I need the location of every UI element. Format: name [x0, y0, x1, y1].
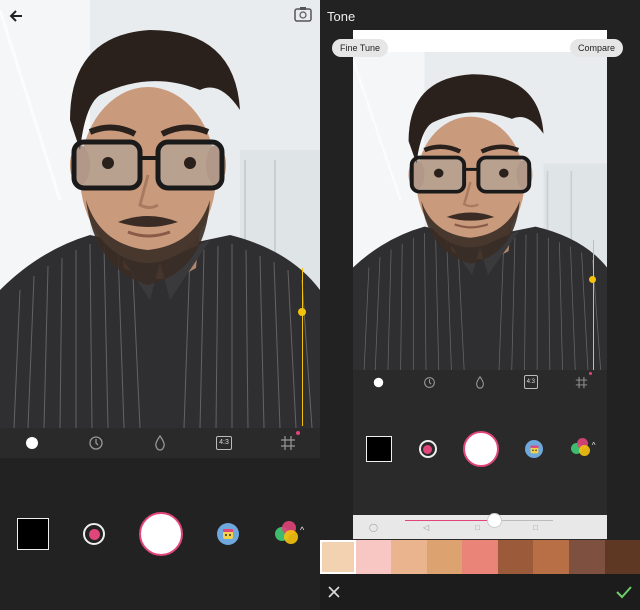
grid-icon[interactable] [276, 431, 300, 455]
tone-preview [353, 30, 607, 370]
filters-button: ^ [570, 438, 596, 460]
tone-swatch[interactable] [391, 540, 427, 574]
aspect-ratio-label: 4:3 [523, 375, 538, 389]
drop-icon[interactable] [148, 431, 172, 455]
timer-icon [417, 370, 441, 394]
slider-fill [405, 520, 494, 521]
aspect-ratio-label: 4:3 [216, 436, 232, 450]
preview-exposure-track [593, 240, 594, 370]
filters-button[interactable]: ^ [273, 521, 305, 547]
tone-swatch[interactable] [497, 540, 534, 574]
preview-exposure-handle [589, 276, 596, 283]
sticker-button[interactable] [217, 523, 239, 545]
capture-controls: ^ [0, 458, 320, 610]
grid-icon [570, 370, 594, 394]
compare-button[interactable]: Compare [570, 39, 624, 57]
gallery-thumbnail[interactable] [17, 518, 49, 550]
exposure-handle[interactable] [298, 308, 306, 316]
exposure-track[interactable] [302, 268, 303, 426]
skin-tone-swatches [320, 540, 640, 574]
tone-swatch[interactable] [568, 540, 605, 574]
page-title: Tone [327, 9, 356, 24]
aspect-ratio-icon[interactable]: 4:3 [212, 431, 236, 455]
aspect-ratio-icon: 4:3 [519, 370, 543, 394]
close-icon[interactable] [326, 584, 344, 602]
tone-swatch[interactable] [426, 540, 463, 574]
preview-photo [353, 52, 607, 370]
slider-knob[interactable] [486, 513, 502, 528]
tone-swatch[interactable] [320, 540, 356, 574]
dot-mode-icon[interactable] [20, 431, 44, 455]
bottom-action-bar [320, 574, 640, 610]
nav-back-icon: ◁ [423, 523, 430, 532]
beauty-mode-button [418, 440, 437, 458]
tone-screen: Tone Fine Tune Compare 4:3 ^ ◯ ◁ □ □ [320, 0, 640, 610]
chevron-up-icon: ^ [591, 441, 596, 450]
flip-camera-icon[interactable] [294, 6, 312, 22]
gallery-thumbnail [366, 436, 393, 462]
confirm-check-icon[interactable] [615, 584, 633, 602]
tone-swatch[interactable] [462, 540, 498, 574]
preview-mode-toolbar: 4:3 [353, 370, 607, 394]
nav-home-icon: □ [475, 523, 480, 532]
filter-dot-yellow [578, 445, 590, 456]
preview-capture-controls: ^ [353, 394, 607, 504]
sticker-button [525, 440, 544, 458]
tone-slider[interactable]: ◯ ◁ □ □ [353, 513, 607, 539]
camera-viewfinder[interactable] [0, 0, 320, 428]
tone-swatch[interactable] [604, 540, 640, 574]
camera-screen: 4:3 ^ [0, 0, 320, 610]
fine-tune-button[interactable]: Fine Tune [332, 39, 389, 57]
grid-badge [296, 431, 300, 435]
beauty-mode-dot [423, 444, 433, 454]
nav-recents-icon: □ [533, 523, 538, 532]
sticker-face-icon [530, 445, 539, 453]
shutter-button[interactable] [139, 512, 183, 556]
chevron-up-icon: ^ [300, 525, 305, 535]
beauty-mode-dot [88, 528, 100, 540]
mode-toolbar: 4:3 [0, 428, 320, 458]
beauty-mode-button[interactable] [83, 523, 105, 545]
tone-swatch[interactable] [355, 540, 392, 574]
grid-badge [588, 372, 592, 375]
timer-icon[interactable] [84, 431, 108, 455]
shutter-button [462, 431, 499, 467]
drop-icon [468, 370, 492, 394]
tone-swatch[interactable] [533, 540, 569, 574]
back-arrow-icon[interactable] [4, 4, 28, 28]
settings-icon: ◯ [369, 523, 378, 532]
filter-dot-yellow [284, 530, 298, 544]
sticker-face-icon [223, 529, 233, 539]
dot-mode-icon [366, 370, 390, 394]
